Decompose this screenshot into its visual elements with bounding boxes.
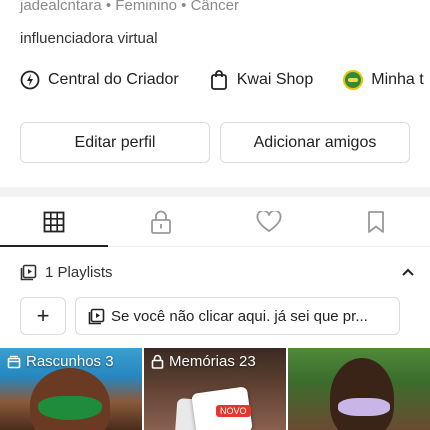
saved-tab[interactable] [323,197,430,246]
thumbnail-detail [338,398,390,416]
lightning-icon [20,70,40,90]
profile-tabs [0,197,430,247]
memories-count: Memórias 23 [169,353,256,370]
minha-shortcut[interactable]: Minha t [343,70,424,90]
minha-label: Minha t [371,71,424,88]
add-playlist-button[interactable]: + [20,297,66,335]
thumbnail-detail [38,396,102,420]
playlist-icon [88,308,105,324]
new-badge: NOVO [216,405,251,417]
section-divider [0,187,430,197]
creator-center-shortcut[interactable]: Central do Criador [20,70,179,90]
profile-meta: jadealcntara • Feminino • Câncer [20,0,239,14]
drafts-tile-label: Rascunhos 3 [7,353,114,370]
grid-icon [43,211,65,232]
shortcuts-row: Central do Criador Kwai Shop Minha t [20,68,430,92]
memories-tile[interactable]: NOVO Memórias 23 [144,348,286,430]
bookmark-icon [368,210,385,233]
drafts-icon [7,355,21,368]
playlist-item[interactable]: Se você não clicar aqui. já sei que pr..… [75,297,400,335]
video-grid: Rascunhos 3 NOVO Memórias 23 [0,348,430,430]
shopping-bag-icon [210,70,227,90]
memories-tile-label: Memórias 23 [151,353,256,370]
playlists-header: 1 Playlists [20,262,415,282]
private-tab[interactable] [108,197,216,246]
chevron-up-icon[interactable] [401,267,415,277]
playlist-item-label: Se você não clicar aqui. já sei que pr..… [111,307,368,325]
edit-profile-button[interactable]: Editar perfil [20,122,210,163]
likes-tab[interactable] [215,197,323,246]
creator-center-label: Central do Criador [48,71,179,88]
playlists-count-label: 1 Playlists [45,263,113,281]
kwai-shop-label: Kwai Shop [236,71,314,88]
drafts-tile[interactable]: Rascunhos 3 [0,348,142,430]
lock-icon [151,354,164,369]
thumbnail-figure [330,358,394,430]
lock-icon [151,210,172,234]
profile-bio: influenciadora virtual [20,30,158,47]
add-friends-button[interactable]: Adicionar amigos [220,122,410,163]
playlist-icon [20,264,37,280]
drafts-count: Rascunhos 3 [26,353,114,370]
heart-icon [256,210,282,232]
video-tile[interactable] [288,348,430,430]
kwai-shop-shortcut[interactable]: Kwai Shop [209,69,314,91]
brazil-badge-icon [343,70,364,90]
grid-tab[interactable] [0,197,108,247]
